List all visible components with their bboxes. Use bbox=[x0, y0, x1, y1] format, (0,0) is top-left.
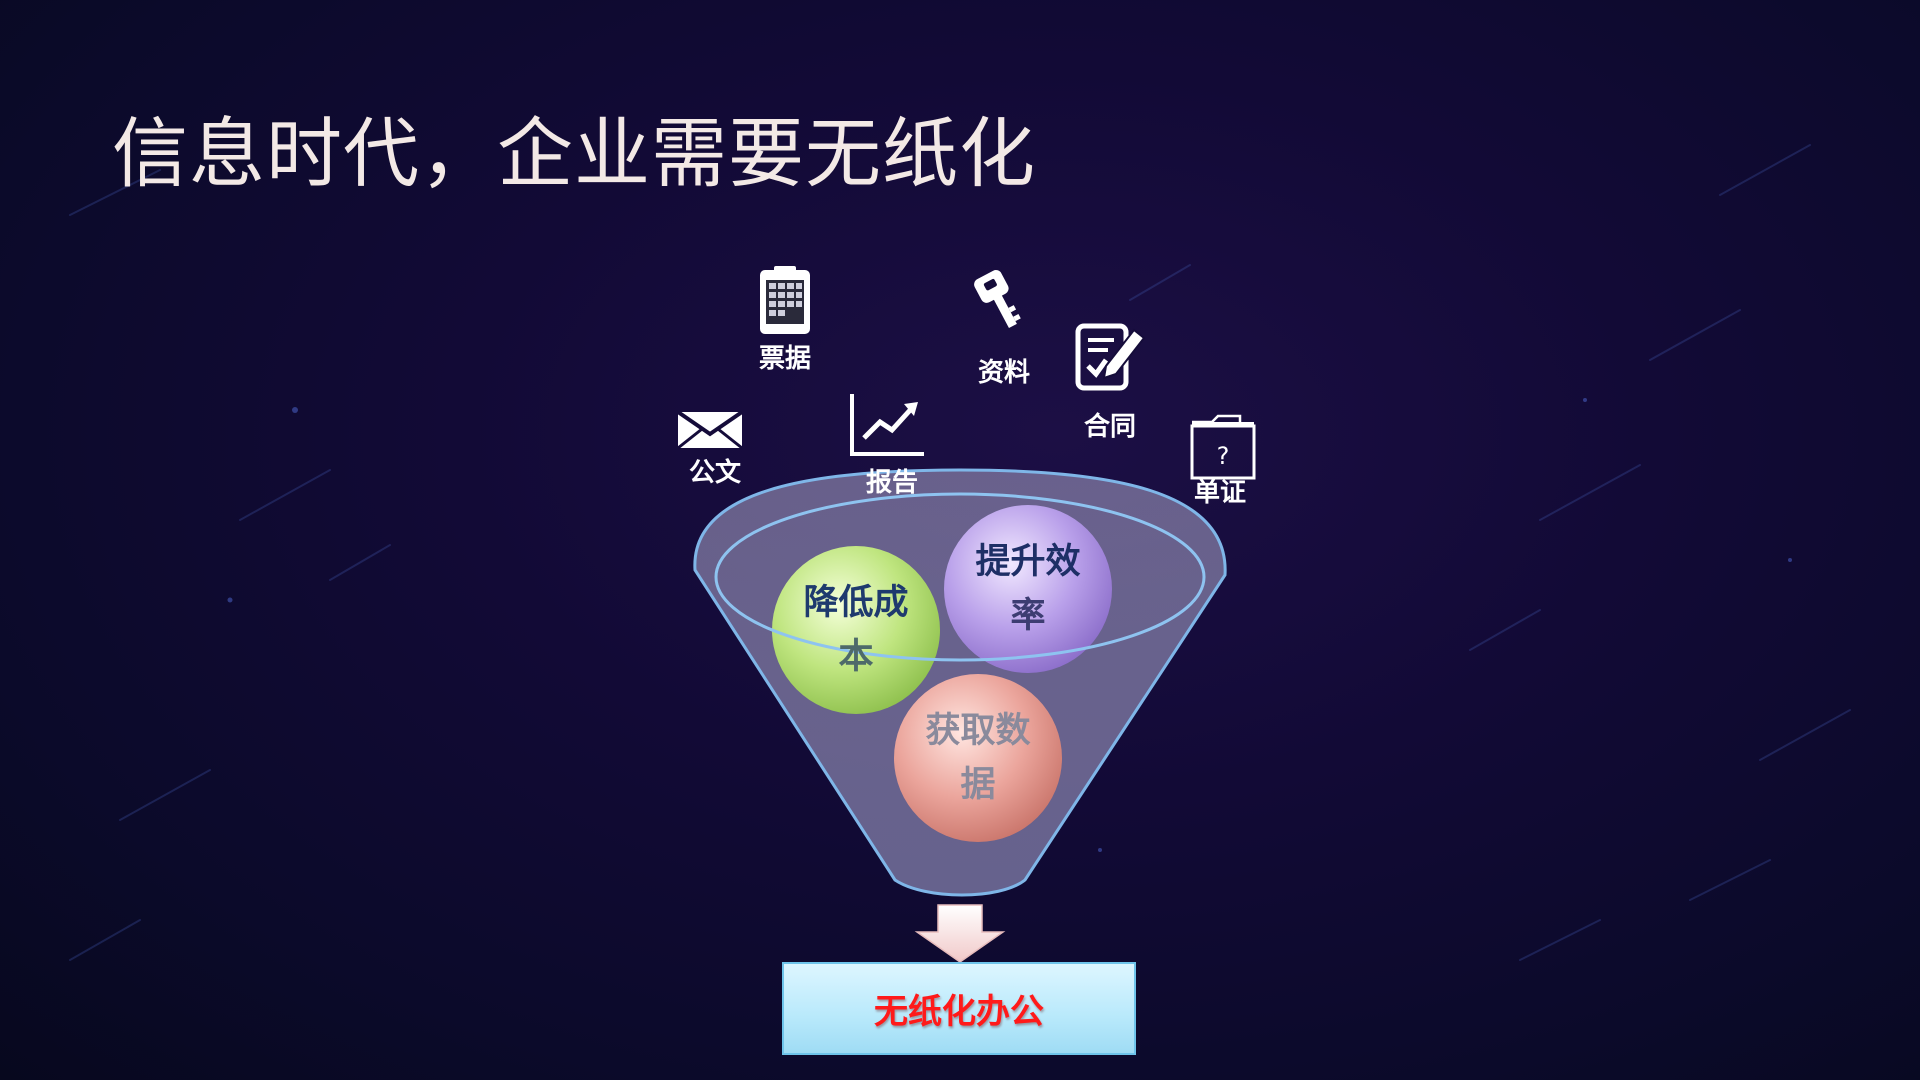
output-box: 无纸化办公 bbox=[782, 962, 1136, 1055]
down-arrow bbox=[914, 904, 1006, 963]
signed-document-icon bbox=[1075, 323, 1146, 391]
input-label-materials: 资料 bbox=[977, 358, 1030, 388]
input-label-contract: 合同 bbox=[1083, 412, 1136, 442]
envelope-icon bbox=[676, 410, 744, 450]
clipboard-icon bbox=[760, 266, 810, 334]
input-item-materials: 资料 bbox=[969, 350, 1039, 389]
sphere-label-line: 率 bbox=[1010, 596, 1046, 636]
input-item-document: 公文 bbox=[680, 450, 750, 489]
sphere-label-line: 获取数 bbox=[925, 711, 1031, 751]
key-icon bbox=[974, 270, 1021, 329]
input-label-bills: 票据 bbox=[758, 344, 811, 374]
input-item-bills: 票据 bbox=[755, 336, 815, 375]
line-chart-icon bbox=[850, 394, 924, 456]
input-item-contract: 合同 bbox=[1075, 404, 1145, 443]
input-label-voucher: 单证 bbox=[1193, 478, 1246, 508]
input-label-document: 公文 bbox=[688, 458, 741, 488]
input-item-voucher: 单证 bbox=[1185, 470, 1255, 509]
svg-text:?: ? bbox=[1217, 442, 1230, 470]
input-item-report: 报告 bbox=[857, 460, 927, 499]
output-label: 无纸化办公 bbox=[874, 992, 1044, 1032]
sphere-label-line: 降低成 bbox=[803, 583, 909, 623]
sphere-label-line: 提升效 bbox=[975, 542, 1081, 582]
sphere-label-improve-efficiency: 提升效 率 bbox=[944, 535, 1112, 643]
sphere-label-line: 本 bbox=[838, 637, 874, 677]
sphere-label-reduce-cost: 降低成 本 bbox=[772, 576, 940, 684]
folder-question-icon: ? bbox=[1190, 414, 1256, 480]
sphere-label-obtain-data: 获取数 据 bbox=[894, 704, 1062, 812]
sphere-label-line: 据 bbox=[960, 765, 996, 805]
input-label-report: 报告 bbox=[865, 468, 918, 498]
